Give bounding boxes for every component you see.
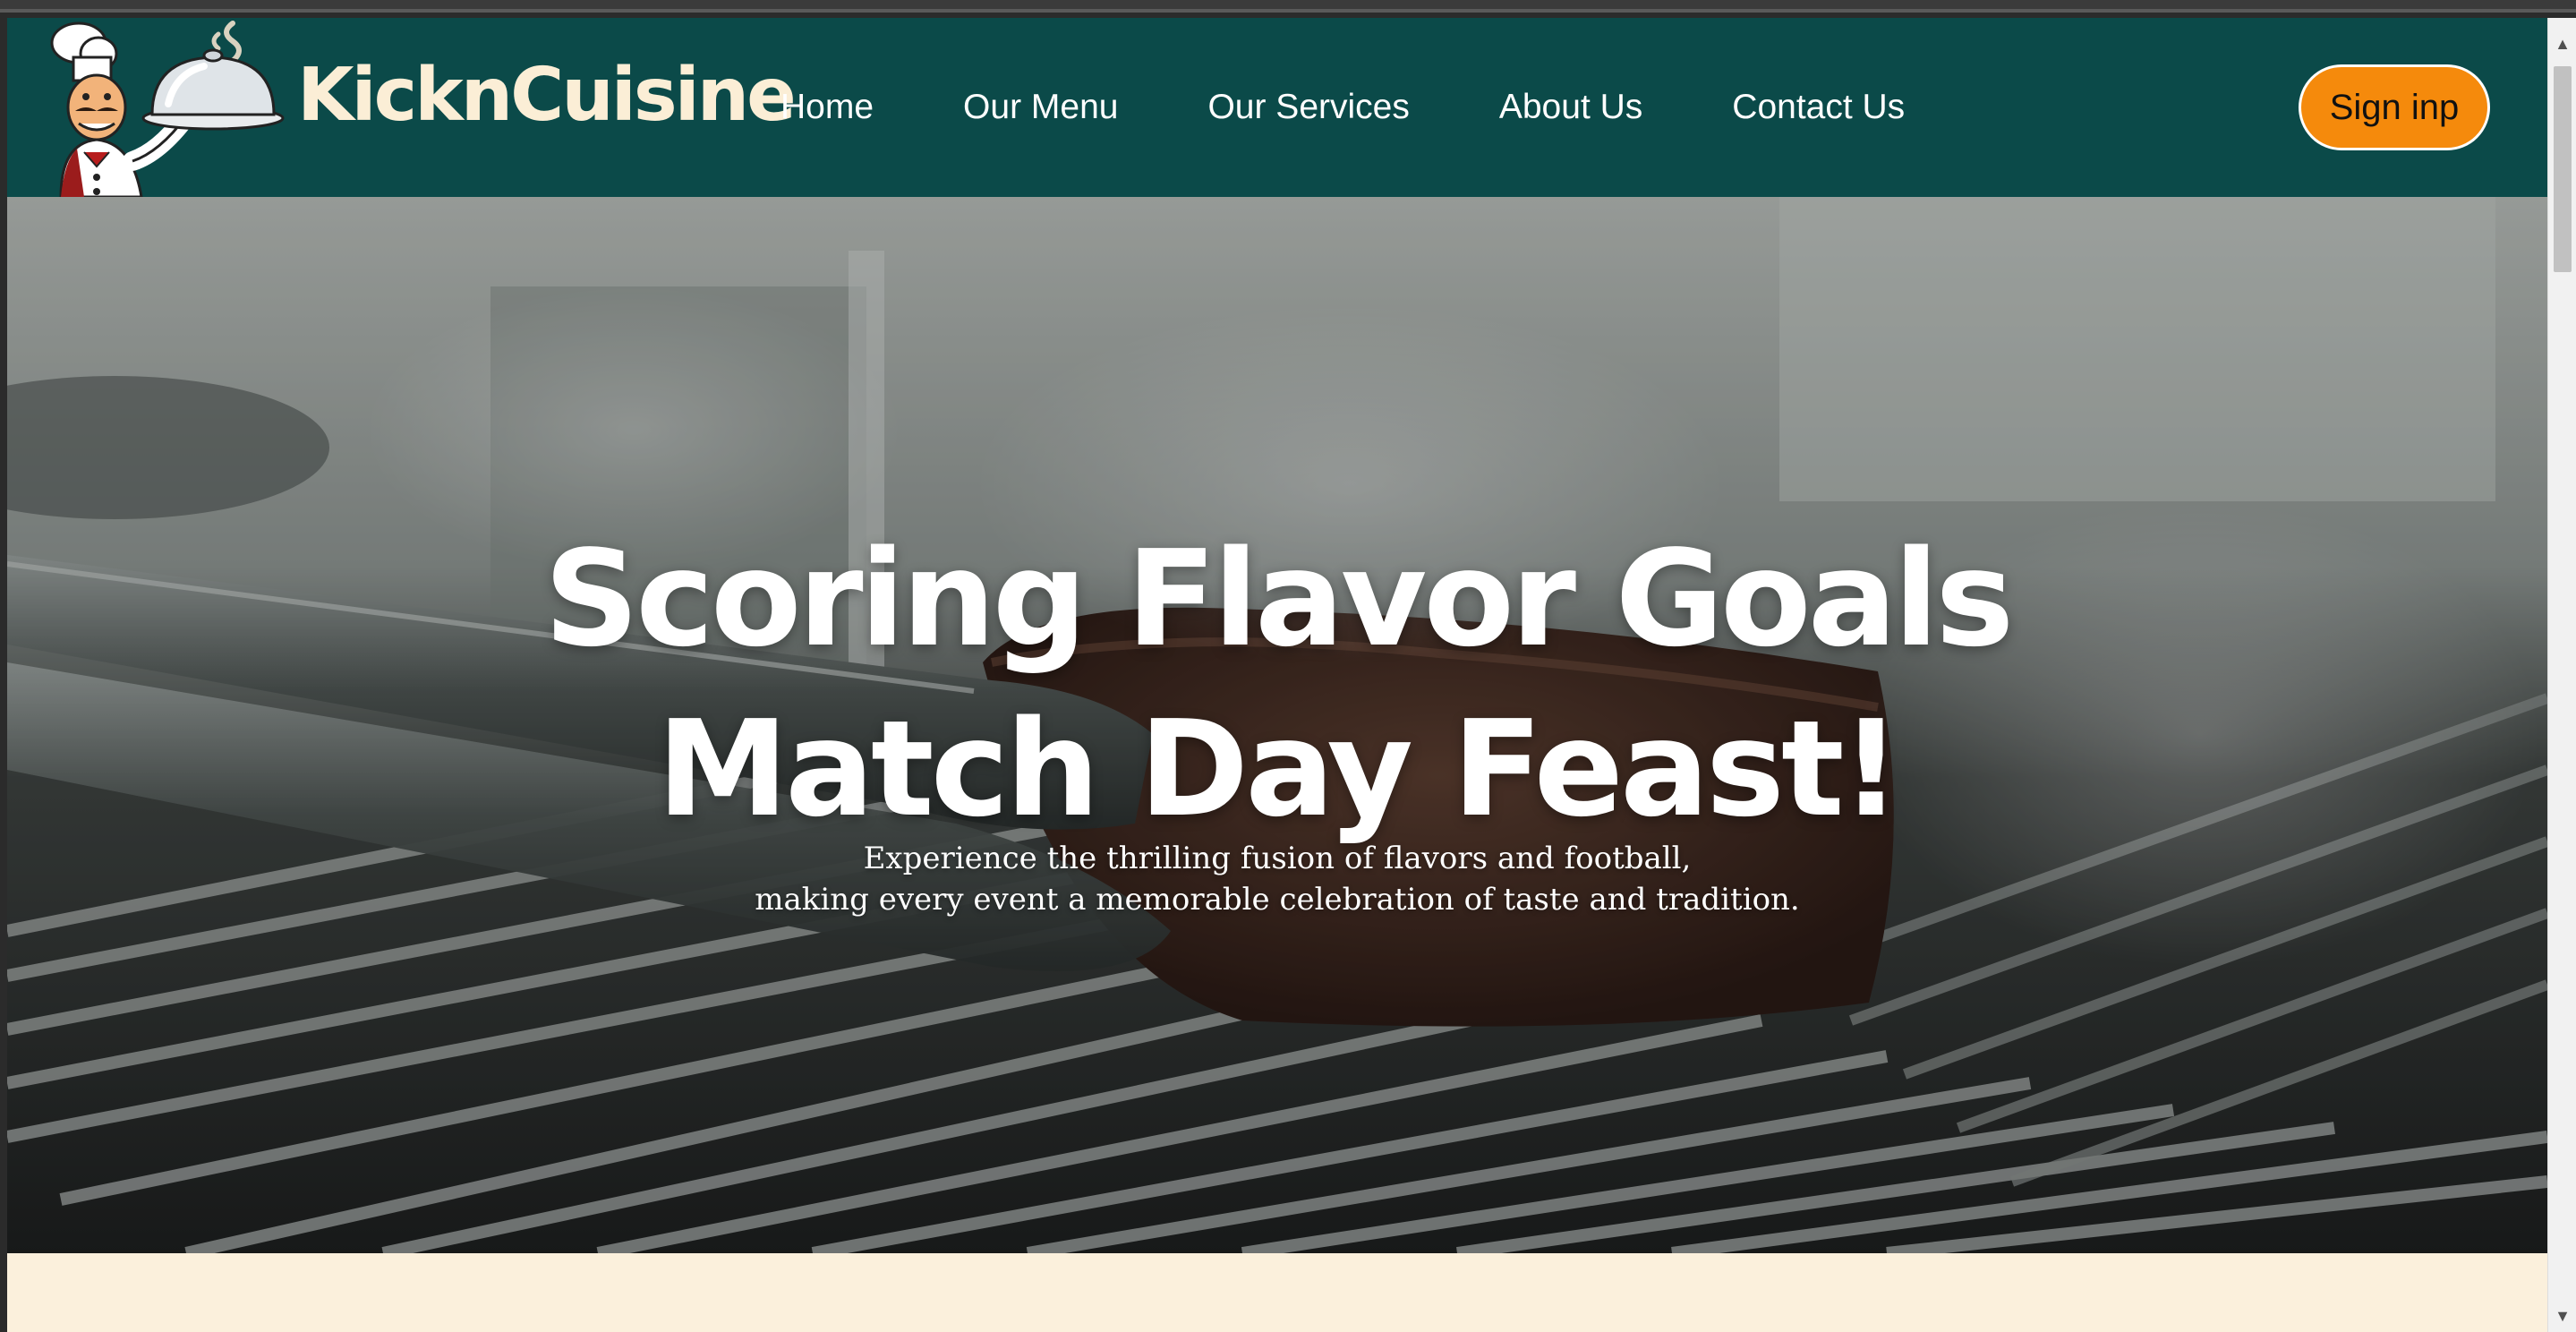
sign-in-button[interactable]: Sign inp <box>2299 64 2490 150</box>
page-scrollbar[interactable]: ▲ ▼ <box>2547 18 2576 1332</box>
chevron-down-icon[interactable]: ▼ <box>2548 1303 2576 1328</box>
nav-about-us[interactable]: About Us <box>1499 88 1642 141</box>
hero-title-line2: Match Day Feast! <box>656 692 1901 846</box>
nav-our-services[interactable]: Our Services <box>1207 88 1409 141</box>
site-header: KicknCuisine Home Our Menu Our Services … <box>7 18 2547 197</box>
main-nav: Home Our Menu Our Services About Us Cont… <box>780 88 1905 141</box>
hero-section: Scoring Flavor Goals Match Day Feast! Ex… <box>7 197 2547 1253</box>
brand-name[interactable]: KicknCuisine <box>297 59 797 132</box>
scrollbar-thumb[interactable] <box>2554 66 2572 272</box>
next-section <box>7 1253 2547 1332</box>
nav-our-menu[interactable]: Our Menu <box>963 88 1118 141</box>
page-viewport: KicknCuisine Home Our Menu Our Services … <box>7 18 2547 1332</box>
chef-logo-icon[interactable] <box>43 18 285 197</box>
nav-home[interactable]: Home <box>780 88 874 141</box>
chevron-up-icon[interactable]: ▲ <box>2548 30 2576 57</box>
hero-title-line1: Scoring Flavor Goals <box>543 522 2015 676</box>
hero-subtitle-line2: making every event a memorable celebrati… <box>755 882 1800 918</box>
nav-contact-us[interactable]: Contact Us <box>1732 88 1905 141</box>
browser-top-strip <box>0 0 2576 13</box>
hero-subtitle-line1: Experience the thrilling fusion of flavo… <box>863 841 1692 876</box>
